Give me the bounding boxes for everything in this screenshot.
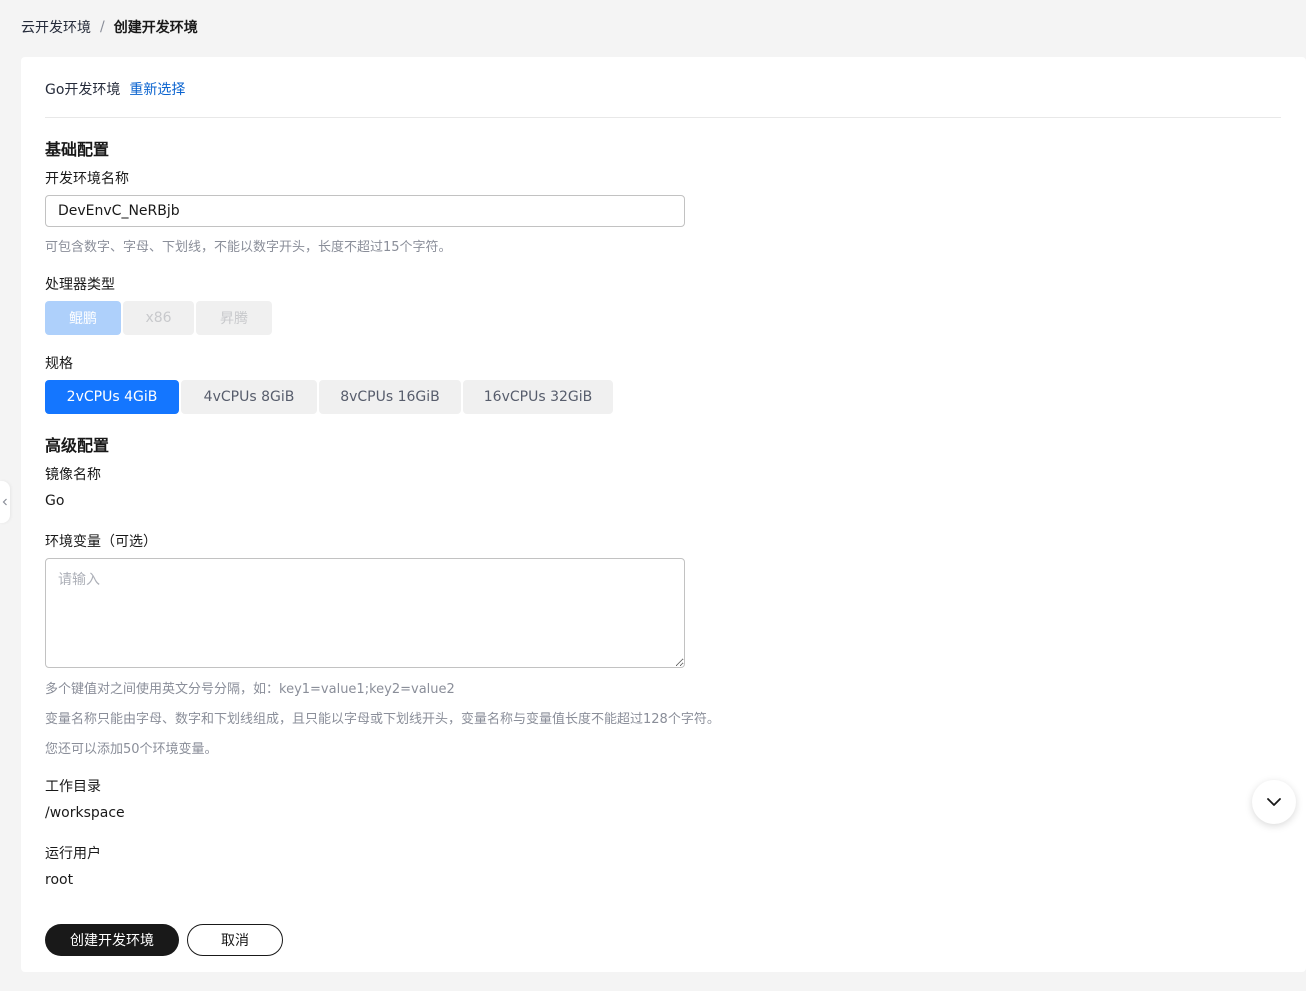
breadcrumb: 云开发环境 / 创建开发环境 bbox=[21, 17, 198, 37]
spec-option-2vcpu[interactable]: 2vCPUs 4GiB bbox=[45, 380, 179, 414]
image-name-value: Go bbox=[45, 493, 65, 509]
cpu-option-kunpeng[interactable]: 鲲鹏 bbox=[45, 301, 121, 335]
env-vars-textarea[interactable] bbox=[45, 558, 685, 668]
create-form-card: Go开发环境 重新选择 基础配置 开发环境名称 可包含数字、字母、下划线，不能以… bbox=[21, 57, 1306, 972]
chevron-left-icon bbox=[2, 498, 7, 506]
scroll-down-button[interactable] bbox=[1252, 780, 1296, 824]
env-name-label: 开发环境名称 bbox=[45, 171, 129, 187]
cpu-option-ascend[interactable]: 昇腾 bbox=[196, 301, 272, 335]
workdir-value: /workspace bbox=[45, 805, 125, 821]
cpu-option-x86[interactable]: x86 bbox=[123, 301, 194, 335]
spec-option-8vcpu[interactable]: 8vCPUs 16GiB bbox=[319, 380, 461, 414]
breadcrumb-separator: / bbox=[100, 19, 105, 35]
reselect-link[interactable]: 重新选择 bbox=[129, 79, 185, 99]
spec-label: 规格 bbox=[45, 356, 73, 372]
chevron-down-icon bbox=[1267, 798, 1281, 806]
spec-selector: 2vCPUs 4GiB 4vCPUs 8GiB 8vCPUs 16GiB 16v… bbox=[45, 380, 613, 414]
basic-config-title: 基础配置 bbox=[45, 140, 110, 159]
env-name-input[interactable] bbox=[45, 195, 685, 227]
env-vars-label: 环境变量（可选） bbox=[45, 534, 157, 550]
advanced-config-title: 高级配置 bbox=[45, 436, 110, 455]
env-vars-hint-remaining: 您还可以添加50个环境变量。 bbox=[45, 742, 218, 757]
spec-option-4vcpu[interactable]: 4vCPUs 8GiB bbox=[181, 380, 317, 414]
cancel-button[interactable]: 取消 bbox=[187, 924, 283, 956]
cpu-type-label: 处理器类型 bbox=[45, 277, 115, 293]
env-name-hint: 可包含数字、字母、下划线，不能以数字开头，长度不超过15个字符。 bbox=[45, 240, 452, 255]
cpu-type-selector: 鲲鹏 x86 昇腾 bbox=[45, 301, 272, 335]
run-user-label: 运行用户 bbox=[45, 846, 101, 862]
env-vars-hint-rules: 变量名称只能由字母、数字和下划线组成，且只能以字母或下划线开头，变量名称与变量值… bbox=[45, 712, 720, 727]
env-type-header: Go开发环境 重新选择 bbox=[45, 79, 185, 99]
run-user-value: root bbox=[45, 872, 74, 888]
breadcrumb-parent[interactable]: 云开发环境 bbox=[21, 17, 91, 37]
divider bbox=[45, 117, 1281, 118]
breadcrumb-current: 创建开发环境 bbox=[113, 20, 198, 36]
spec-option-16vcpu[interactable]: 16vCPUs 32GiB bbox=[463, 380, 613, 414]
env-type-label: Go开发环境 bbox=[45, 82, 121, 98]
sidebar-collapse-toggle[interactable] bbox=[0, 481, 10, 523]
env-vars-hint-format: 多个键值对之间使用英文分号分隔，如：key1=value1;key2=value… bbox=[45, 682, 455, 697]
image-name-label: 镜像名称 bbox=[45, 467, 101, 483]
workdir-label: 工作目录 bbox=[45, 779, 101, 795]
create-env-button[interactable]: 创建开发环境 bbox=[45, 924, 179, 956]
